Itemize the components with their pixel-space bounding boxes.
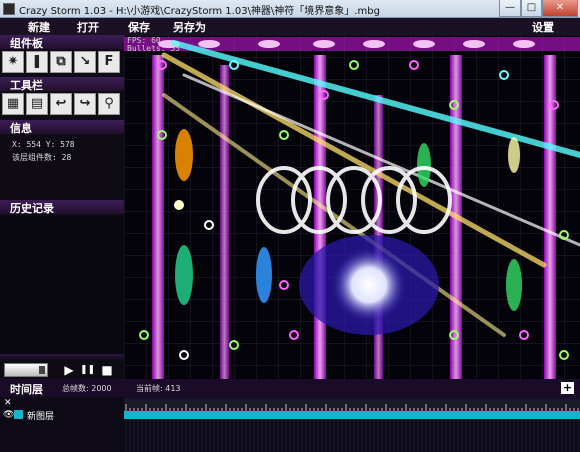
timeline-title: 时间层	[10, 383, 43, 396]
app-icon	[3, 3, 15, 15]
emitter-icon[interactable]: ✷	[2, 51, 24, 73]
info-component-count: 该层组件数: 28	[12, 153, 72, 162]
components-section-header: 组件板	[0, 35, 124, 50]
bullet-count-readout: Bullets: 55	[127, 44, 180, 53]
layer-color-swatch	[14, 410, 23, 419]
timeline-header: 时间层 总帧数: 2000 当前帧: 413 +	[0, 379, 580, 397]
close-button[interactable]: ✕	[542, 0, 578, 17]
history-list[interactable]	[0, 216, 124, 360]
toolbar-title: 工具栏	[10, 79, 43, 92]
mask-icon[interactable]: ⧉	[50, 51, 72, 73]
eye-icon[interactable]: 👁	[3, 410, 14, 420]
layer-name: 新图层	[27, 412, 55, 422]
menu-settings[interactable]: 设置	[532, 19, 554, 35]
window-title: Crazy Storm 1.03 - H:\小游戏\CrazyStorm 1.0…	[19, 6, 380, 17]
redo-icon[interactable]: ↪	[74, 93, 96, 115]
close-timeline-button[interactable]: ✕	[4, 398, 12, 408]
info-title: 信息	[10, 122, 32, 135]
edit-tools: ▦ ▤ ↩ ↪ ⚲	[2, 93, 124, 117]
components-title: 组件板	[10, 37, 43, 50]
info-coordinates: X: 554 Y: 578	[12, 140, 75, 149]
laser-icon[interactable]: ❚	[26, 51, 48, 73]
timeline-grid	[125, 419, 579, 452]
total-frames: 总帧数: 2000	[62, 384, 112, 393]
history-section-header: 历史记录	[0, 200, 124, 215]
maximize-button[interactable]: □	[521, 0, 542, 17]
pause-button[interactable]: ❚❚	[80, 363, 95, 377]
preview-canvas[interactable]: FPS: 60 Bullets: 55	[124, 35, 580, 379]
playback-bar: ▶ ❚❚ ■	[0, 361, 124, 379]
component-tools: ✷ ❚ ⧉ ↘ F	[2, 51, 124, 75]
add-layer-button[interactable]: +	[561, 382, 574, 394]
menu-bar: 新建 打开 保存 另存为 设置	[0, 18, 580, 35]
timeline-empty-area	[124, 419, 580, 452]
layer-timeline-bar[interactable]	[124, 411, 580, 419]
title-bar: Crazy Storm 1.03 - H:\小游戏\CrazyStorm 1.0…	[0, 0, 580, 18]
zoom-icon[interactable]: ⚲	[98, 93, 120, 115]
toolbar-section-header: 工具栏	[0, 77, 124, 92]
speed-slider[interactable]	[4, 363, 48, 377]
menu-save[interactable]: 保存	[128, 19, 150, 35]
frame-ruler[interactable]	[124, 399, 580, 414]
stop-button[interactable]: ■	[100, 363, 114, 377]
info-section-header: 信息	[0, 120, 124, 135]
current-frame: 当前帧: 413	[136, 384, 181, 393]
layer-panel	[0, 397, 124, 452]
undo-icon[interactable]: ↩	[50, 93, 72, 115]
minimize-button[interactable]: —	[499, 0, 521, 17]
bullet-scene	[124, 35, 580, 379]
force-icon[interactable]: F	[98, 51, 120, 73]
history-divider	[0, 354, 124, 361]
left-panel: 组件板 ✷ ❚ ⧉ ↘ F 工具栏 ▦ ▤ ↩ ↪ ⚲ 信息 X: 554 Y:…	[0, 35, 124, 379]
history-title: 历史记录	[10, 202, 54, 215]
menu-open[interactable]: 打开	[77, 19, 99, 35]
play-button[interactable]: ▶	[62, 363, 76, 377]
menu-new[interactable]: 新建	[28, 19, 50, 35]
rebound-icon[interactable]: ↘	[74, 51, 96, 73]
copy-icon[interactable]: ▦	[2, 93, 24, 115]
speed-slider-thumb[interactable]	[39, 366, 45, 374]
layer-row[interactable]: 👁 新图层	[0, 409, 124, 422]
paste-icon[interactable]: ▤	[26, 93, 48, 115]
menu-save-as[interactable]: 另存为	[173, 19, 206, 35]
